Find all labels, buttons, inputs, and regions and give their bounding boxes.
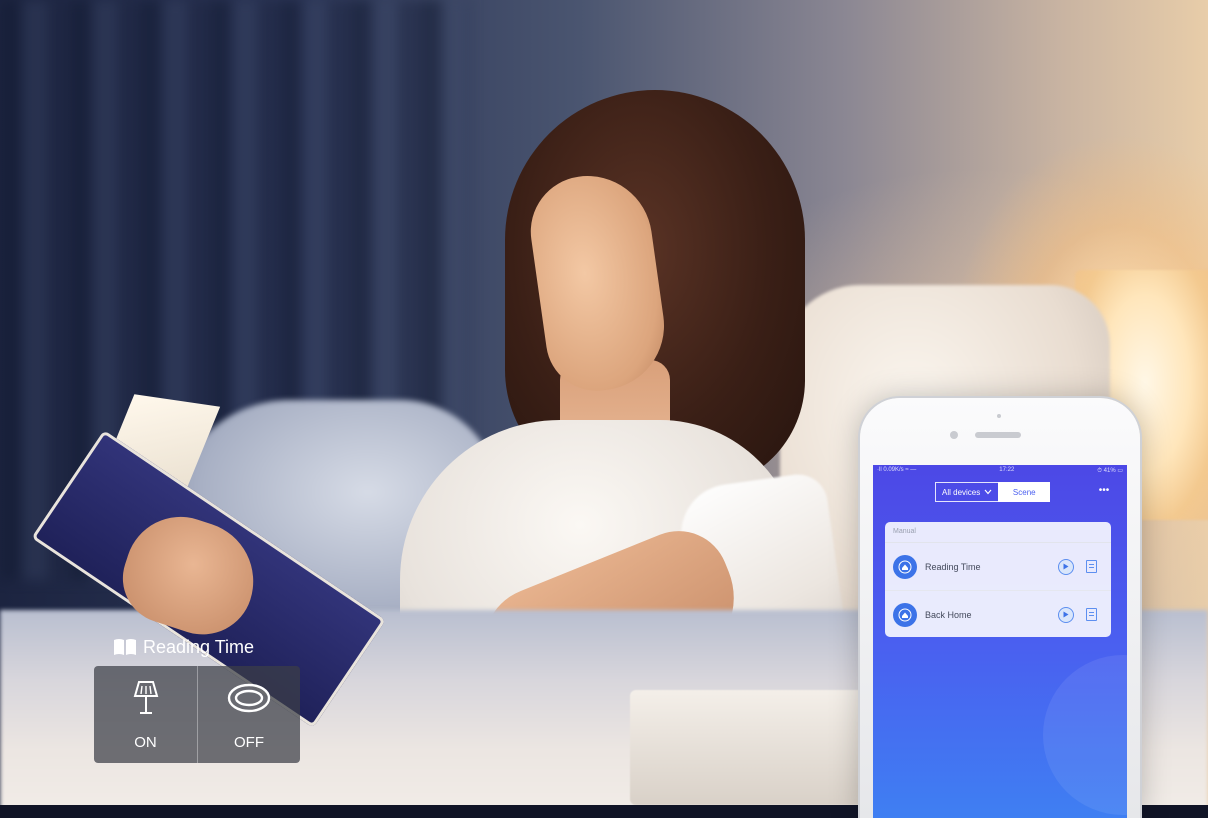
scene-home-icon xyxy=(893,554,917,579)
status-bar: ·ll 0.09K/s ≈ — 17:22 ⏱ 41% ▭ xyxy=(877,467,1123,477)
tab-scene-label: Scene xyxy=(1012,487,1036,497)
tab-all-devices-label: All devices xyxy=(942,487,981,497)
edit-document-icon[interactable] xyxy=(1086,560,1097,573)
play-icon[interactable] xyxy=(1058,558,1074,575)
phone-sensor xyxy=(997,414,1001,418)
scene-row-name: Reading Time xyxy=(925,561,981,572)
phone-mockup: ·ll 0.09K/s ≈ — 17:22 ⏱ 41% ▭ All device… xyxy=(860,398,1140,818)
card-header: Manual xyxy=(885,522,1111,543)
tab-all-devices[interactable]: All devices xyxy=(935,482,999,502)
top-tabs: All devices Scene xyxy=(935,482,1051,502)
scene-toggle-panel: ON OFF xyxy=(94,666,300,763)
app-screen: ·ll 0.09K/s ≈ — 17:22 ⏱ 41% ▭ All device… xyxy=(873,465,1127,818)
more-menu-icon[interactable]: ••• xyxy=(1097,486,1111,497)
edit-document-icon[interactable] xyxy=(1086,608,1097,621)
status-time: 17:22 xyxy=(999,467,1015,473)
open-book-icon xyxy=(113,638,137,656)
table-lamp-icon xyxy=(133,681,158,714)
play-icon[interactable] xyxy=(1058,606,1074,623)
manual-scenes-card: Manual Reading Time Back Home xyxy=(885,522,1111,637)
scene-home-icon xyxy=(893,602,917,627)
status-signal: ·ll 0.09K/s ≈ — xyxy=(877,467,917,473)
chevron-down-icon xyxy=(984,489,992,495)
phone-camera xyxy=(950,431,958,439)
scene-row-reading-time[interactable]: Reading Time xyxy=(885,543,1111,590)
lamp-toggle-label: ON xyxy=(134,734,157,751)
ceiling-light-toggle-label: OFF xyxy=(234,734,264,751)
scene-row-name: Back Home xyxy=(925,609,972,620)
status-battery: ⏱ 41% ▭ xyxy=(1097,468,1123,474)
ceiling-light-toggle[interactable]: OFF xyxy=(197,666,300,763)
nightstand xyxy=(630,690,880,805)
scene-label: Reading Time xyxy=(113,635,254,659)
phone-speaker xyxy=(975,432,1021,438)
lamp-toggle[interactable]: ON xyxy=(94,666,197,763)
ceiling-light-icon xyxy=(227,683,271,713)
scene-row-back-home[interactable]: Back Home xyxy=(885,590,1111,637)
tab-scene[interactable]: Scene xyxy=(998,482,1051,502)
scene-label-text: Reading Time xyxy=(143,636,255,657)
